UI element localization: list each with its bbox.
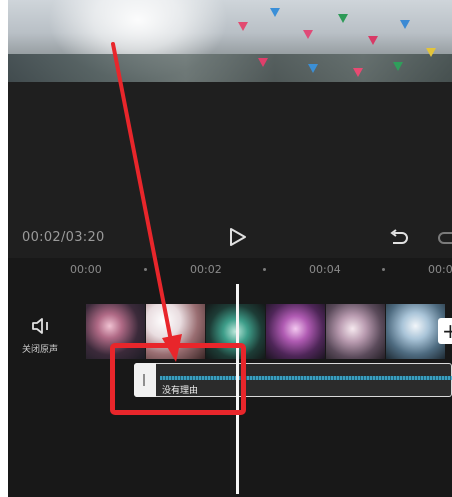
- ruler-dot: [263, 268, 266, 271]
- undo-icon[interactable]: [388, 229, 410, 247]
- prayer-flag: [338, 14, 348, 23]
- clip-frame: [386, 304, 445, 359]
- video-preview[interactable]: [8, 0, 452, 82]
- ruler-dot: [144, 268, 147, 271]
- page-edge: [0, 0, 8, 497]
- ruler-label: 00:04: [309, 263, 341, 276]
- redo-icon[interactable]: [436, 229, 452, 247]
- mute-original-label[interactable]: 关闭原声: [22, 342, 58, 355]
- clip-frame: [266, 304, 325, 359]
- tree-line: [8, 54, 452, 82]
- annotation-highlight-box: [110, 343, 246, 415]
- prayer-flag: [400, 20, 410, 29]
- add-clip-button[interactable]: +: [438, 318, 452, 344]
- ruler-dot: [382, 268, 385, 271]
- playback-time: 00:02/03:20: [22, 230, 105, 245]
- ruler-label: 00:02: [190, 263, 222, 276]
- ruler-label: 00:00: [70, 263, 102, 276]
- clip-frame: [326, 304, 385, 359]
- prayer-flag: [393, 62, 403, 71]
- prayer-flag: [368, 36, 378, 45]
- speaker-mute-icon[interactable]: [31, 317, 53, 335]
- prayer-flag: [426, 48, 436, 57]
- prayer-flag: [303, 30, 313, 39]
- play-icon[interactable]: [228, 228, 248, 246]
- prayer-flag: [238, 22, 248, 31]
- ruler-label: 00:0: [428, 263, 452, 276]
- prayer-flag: [353, 68, 363, 77]
- prayer-flag: [270, 8, 280, 17]
- prayer-flag: [258, 58, 268, 67]
- prayer-flag: [308, 64, 318, 73]
